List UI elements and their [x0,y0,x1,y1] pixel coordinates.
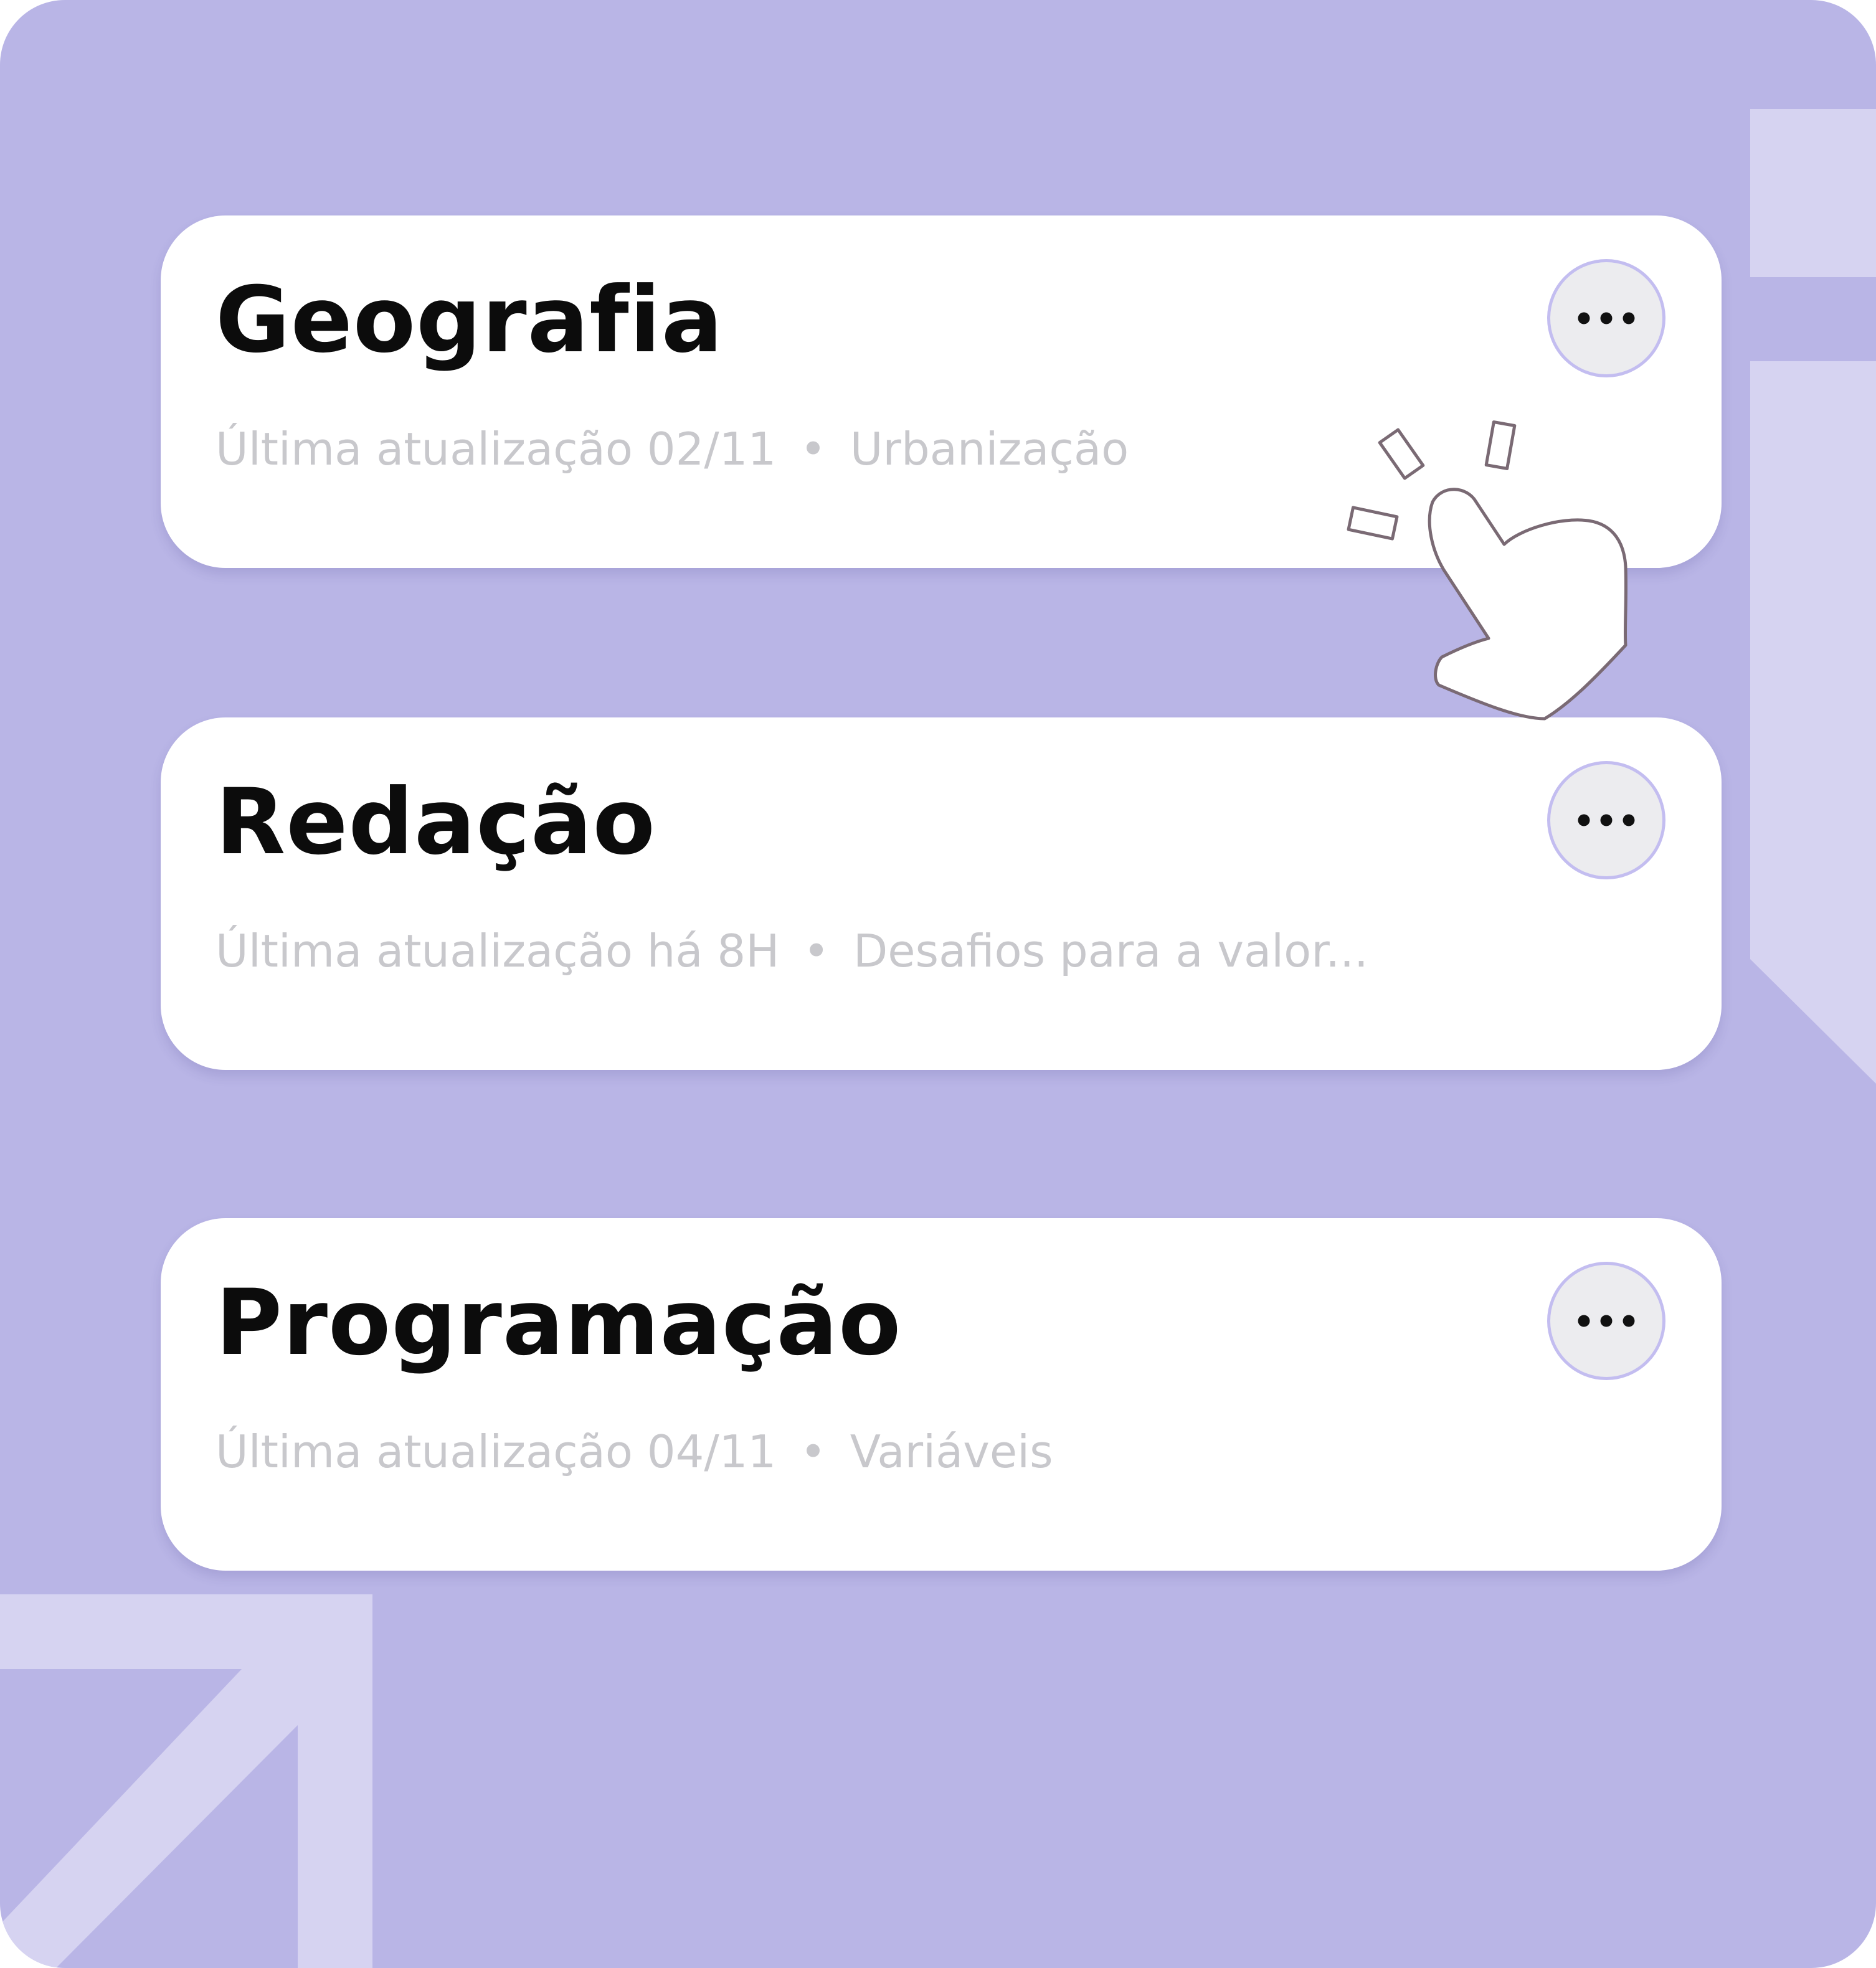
bottom-left-deco-arrow [0,1594,372,1968]
card-title: Redação [216,769,656,875]
last-updated-text: Última atualização há 8H [216,925,780,977]
card-meta: Última atualização 04/11 • Variáveis [216,1424,1053,1480]
notebook-list-panel: Geografia Última atualização 02/11 • Urban… [0,0,1876,1968]
notebook-card-redacao[interactable]: Redação Última atualização há 8H • Desafio… [161,717,1722,1070]
last-updated-text: Última atualização 02/11 [216,423,777,475]
card-meta: Última atualização há 8H • Desafios para a… [216,923,1368,979]
notebook-card-programacao[interactable]: Programação Última atualização 04/11 • Var… [161,1218,1722,1571]
top-right-deco-block [1750,109,1876,277]
topic-text: Desafios para a valor... [853,925,1368,977]
right-deco-arrow [1750,361,1876,1084]
more-horizontal-icon [1578,1315,1635,1327]
meta-separator: • [803,925,830,977]
more-options-button[interactable] [1547,761,1665,879]
topic-text: Urbanização [850,423,1129,475]
meta-separator: • [800,1426,827,1478]
card-title: Programação [216,1270,902,1376]
more-horizontal-icon [1578,814,1635,826]
card-title: Geografia [216,267,724,373]
card-meta: Última atualização 02/11 • Urbanização [216,421,1129,477]
more-options-button[interactable] [1547,259,1665,377]
more-horizontal-icon [1578,312,1635,324]
notebook-card-geografia[interactable]: Geografia Última atualização 02/11 • Urban… [161,215,1722,568]
meta-separator: • [800,423,827,475]
last-updated-text: Última atualização 04/11 [216,1426,777,1478]
topic-text: Variáveis [850,1426,1053,1478]
more-options-button[interactable] [1547,1262,1665,1380]
